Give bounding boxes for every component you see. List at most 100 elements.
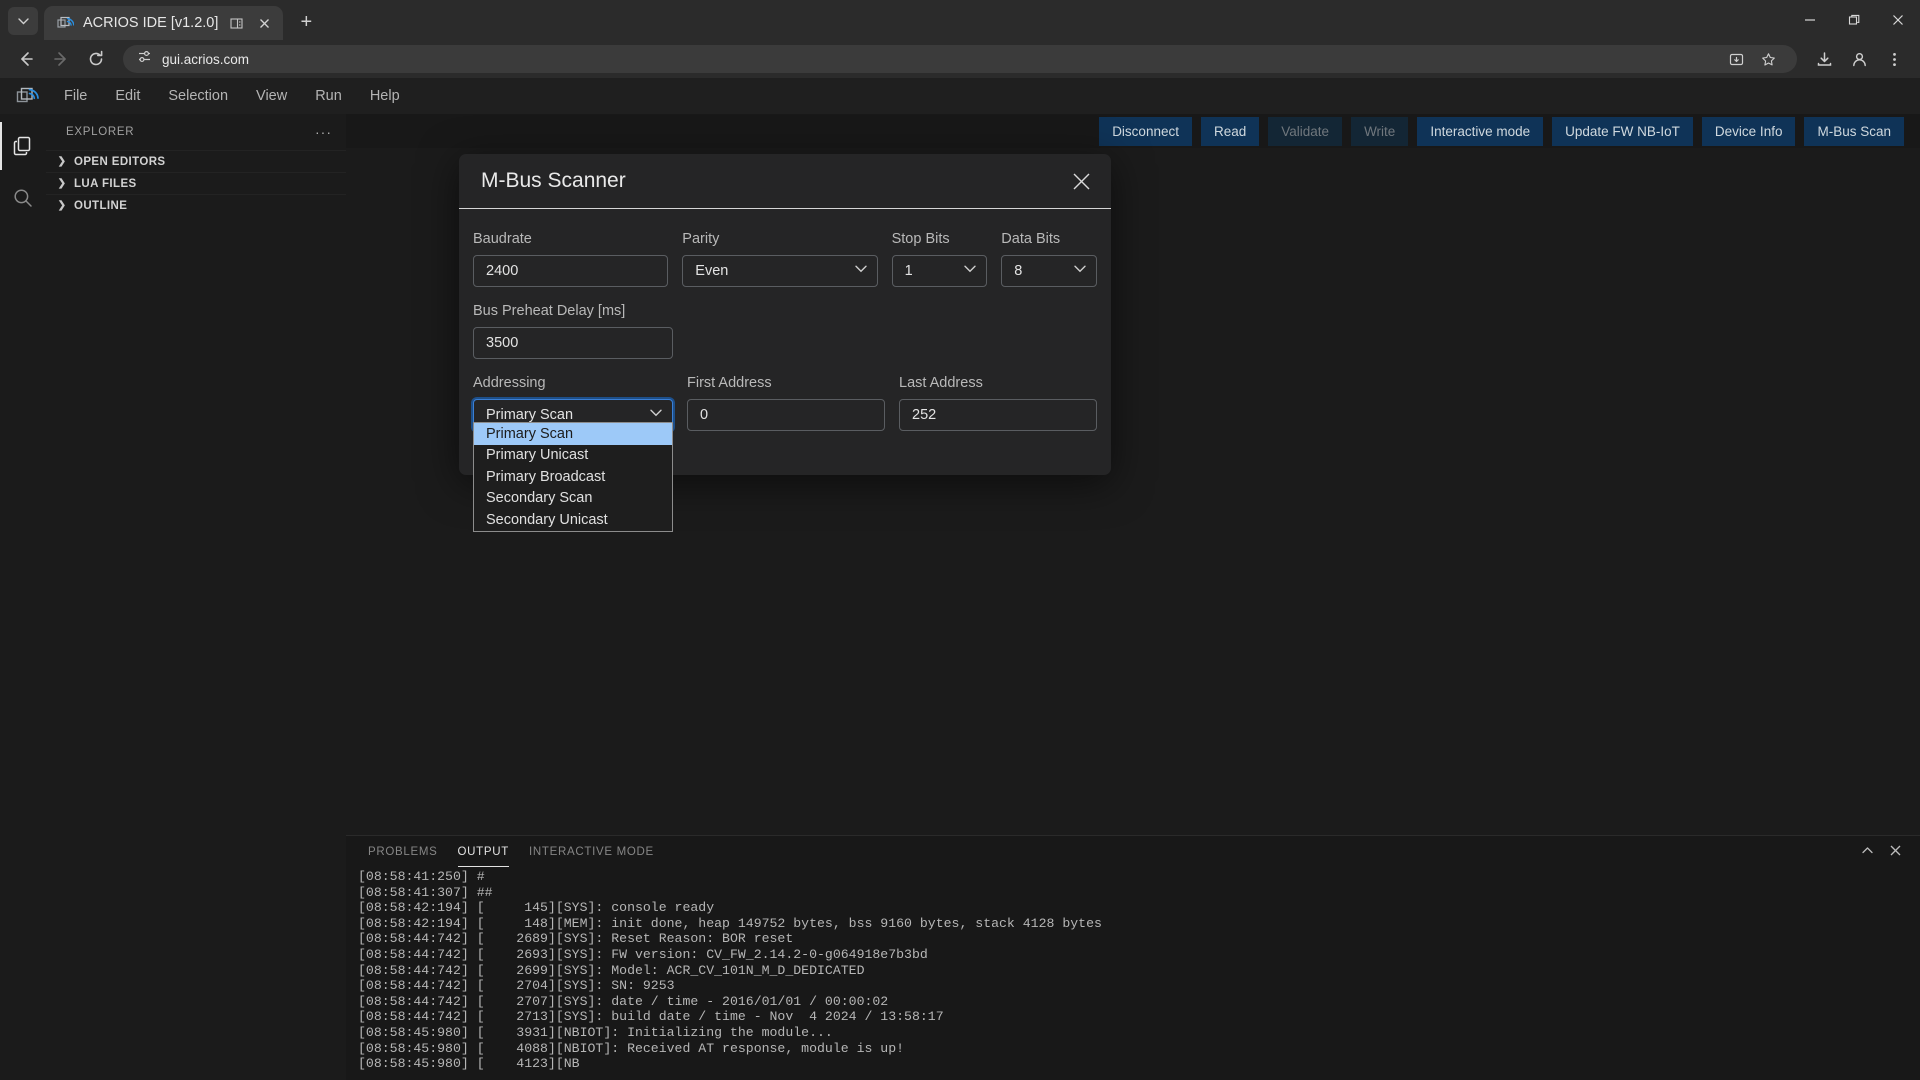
serial-settings-row: Baudrate Parity Even [473, 231, 1097, 287]
minimize-icon[interactable] [1788, 2, 1832, 38]
field-baudrate: Baudrate [473, 231, 669, 287]
menu-item-view[interactable]: View [242, 84, 301, 108]
install-app-icon[interactable] [1721, 44, 1751, 74]
bus-preheat-delay-label: Bus Preheat Delay [ms] [473, 303, 626, 319]
log-line: [08:58:45:980] [ 4123][NB [358, 1056, 580, 1072]
log-line: [08:58:44:742] [ 2704][SYS]: SN: 9253 [358, 978, 675, 994]
reload-button[interactable] [80, 43, 112, 75]
close-icon[interactable] [255, 14, 274, 33]
tab-interactive-mode[interactable]: INTERACTIVE MODE [519, 836, 664, 867]
acrios-ide-app: File Edit Selection View Run Help EXPLOR… [0, 78, 1920, 1080]
write-button[interactable]: Write [1351, 116, 1409, 146]
sidebar-section-open-editors[interactable]: ❯ OPEN EDITORS [46, 150, 346, 172]
app-menubar: File Edit Selection View Run Help [0, 78, 1920, 114]
maximize-icon[interactable] [1832, 2, 1876, 38]
panel-actions [1856, 844, 1920, 860]
parity-label: Parity [682, 231, 720, 247]
output-console[interactable]: [08:58:41:250] # [08:58:41:307] ## [08:5… [346, 867, 1920, 1080]
mbus-scanner-dialog: M-Bus Scanner Baudrate Parit [459, 154, 1111, 532]
bottom-panel: PROBLEMS OUTPUT INTERACTIVE MODE [08:58:… [346, 835, 1920, 1080]
close-panel-icon[interactable] [1884, 844, 1906, 860]
tab-problems[interactable]: PROBLEMS [358, 836, 448, 867]
menu-item-run[interactable]: Run [301, 84, 356, 108]
ellipsis-icon[interactable]: ··· [315, 124, 332, 140]
address-bar[interactable]: gui.acrios.com [123, 45, 1797, 73]
log-line: [08:58:44:742] [ 2707][SYS]: date / time… [358, 993, 889, 1009]
first-address-input[interactable] [687, 399, 885, 431]
field-stop-bits: Stop Bits 1 [891, 231, 988, 287]
search-icon[interactable] [0, 174, 46, 222]
log-line: [08:58:41:307] ## [358, 884, 493, 900]
field-last-address: Last Address [899, 375, 1097, 431]
new-tab-button[interactable]: + [291, 7, 321, 37]
parity-select[interactable]: Even [682, 255, 878, 287]
downloads-icon[interactable] [1808, 43, 1840, 75]
menu-item-file[interactable]: File [50, 84, 101, 108]
parity-select-wrap: Even [682, 255, 878, 287]
forward-button[interactable] [45, 43, 77, 75]
browser-tabstrip: ACRIOS IDE [v1.2.0] + [0, 0, 1920, 40]
interactive-mode-button[interactable]: Interactive mode [1417, 116, 1544, 146]
browser-chrome: ACRIOS IDE [v1.2.0] + gui.acrios.com [0, 0, 1920, 78]
menu-item-help[interactable]: Help [356, 84, 414, 108]
sidebar-explorer: EXPLORER ··· ❯ OPEN EDITORS ❯ LUA FILES … [46, 114, 346, 1080]
last-address-label: Last Address [899, 375, 983, 391]
menu-item-selection[interactable]: Selection [154, 84, 242, 108]
device-toolbar: Disconnect Read Validate Write Interacti… [346, 114, 1920, 148]
menu-item-edit[interactable]: Edit [101, 84, 154, 108]
acrios-logo-icon [4, 78, 50, 114]
sidebar-section-lua-files[interactable]: ❯ LUA FILES [46, 172, 346, 194]
log-line: [08:58:42:194] [ 145][SYS]: console read… [358, 900, 715, 916]
data-bits-select-wrap: 8 [1001, 255, 1097, 287]
tune-icon[interactable] [137, 49, 152, 69]
log-line: [08:58:41:250] # [358, 869, 485, 884]
log-line: [08:58:45:980] [ 3931][NBIOT]: Initializ… [358, 1024, 833, 1040]
close-icon[interactable] [1876, 2, 1920, 38]
data-bits-select[interactable]: 8 [1001, 255, 1097, 287]
field-first-address: First Address [687, 375, 885, 431]
disconnect-button[interactable]: Disconnect [1099, 116, 1192, 146]
chevron-down-icon [17, 17, 29, 24]
sidebar-section-outline[interactable]: ❯ OUTLINE [46, 194, 346, 216]
main-area: Disconnect Read Validate Write Interacti… [346, 114, 1920, 1080]
stop-bits-select[interactable]: 1 [891, 255, 988, 287]
app-body: EXPLORER ··· ❯ OPEN EDITORS ❯ LUA FILES … [0, 114, 1920, 1080]
bookmark-star-icon[interactable] [1753, 44, 1783, 74]
tab-list-button[interactable] [8, 7, 38, 35]
last-address-input[interactable] [899, 399, 1097, 431]
preheat-row: Bus Preheat Delay [ms] [473, 303, 1097, 359]
acrios-logo-icon [57, 15, 75, 32]
browser-tab[interactable]: ACRIOS IDE [v1.2.0] [44, 6, 284, 40]
dropdown-option-primary-broadcast[interactable]: Primary Broadcast [474, 466, 672, 488]
back-button[interactable] [10, 43, 42, 75]
dropdown-option-secondary-unicast[interactable]: Secondary Unicast [474, 509, 672, 531]
sidebar-header: EXPLORER ··· [46, 114, 346, 150]
validate-button[interactable]: Validate [1268, 116, 1343, 146]
profile-icon[interactable] [1843, 43, 1875, 75]
read-button[interactable]: Read [1200, 116, 1260, 146]
close-icon[interactable] [1067, 167, 1095, 195]
field-data-bits: Data Bits 8 [1001, 231, 1097, 287]
bus-preheat-delay-input[interactable] [473, 327, 673, 359]
dropdown-option-primary-unicast[interactable]: Primary Unicast [474, 445, 672, 467]
mbus-scan-button[interactable]: M-Bus Scan [1804, 116, 1904, 146]
tab-split-icon[interactable] [227, 14, 246, 33]
update-fw-nbiot-button[interactable]: Update FW NB-IoT [1552, 116, 1693, 146]
chevron-right-icon: ❯ [57, 156, 67, 167]
baudrate-input[interactable] [473, 255, 669, 287]
field-parity: Parity Even [682, 231, 878, 287]
addressing-dropdown-list[interactable]: Primary Scan Primary Unicast Primary Bro… [473, 422, 673, 532]
field-bus-preheat-delay: Bus Preheat Delay [ms] [473, 303, 673, 359]
browser-menu-icon[interactable] [1878, 43, 1910, 75]
stop-bits-label: Stop Bits [891, 231, 950, 247]
tab-output[interactable]: OUTPUT [448, 836, 519, 867]
sidebar-title: EXPLORER [66, 126, 135, 138]
dropdown-option-secondary-scan[interactable]: Secondary Scan [474, 488, 672, 510]
browser-toolbar: gui.acrios.com [0, 40, 1920, 78]
collapse-panel-icon[interactable] [1856, 844, 1878, 860]
dropdown-option-primary-scan[interactable]: Primary Scan [474, 423, 672, 445]
dialog-body: Baudrate Parity Even [459, 209, 1111, 431]
sidebar-section-label: OPEN EDITORS [74, 155, 166, 168]
explorer-icon[interactable] [0, 122, 46, 170]
device-info-button[interactable]: Device Info [1701, 116, 1796, 146]
